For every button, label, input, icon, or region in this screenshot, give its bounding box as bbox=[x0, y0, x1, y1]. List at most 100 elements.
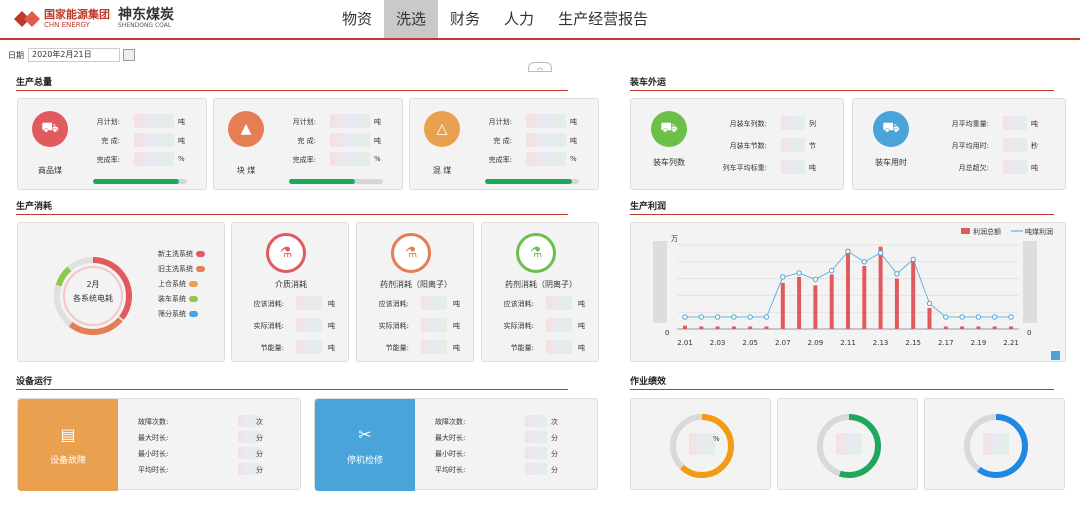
logo2-cn: 神东煤炭 bbox=[118, 7, 174, 23]
legend-swatch bbox=[196, 266, 205, 272]
device-card: ▤ 设备故障 故障次数: 次最大时长: 分最小时长: 分平均时长: 分 bbox=[17, 398, 301, 491]
date-label: 日期 bbox=[8, 50, 24, 60]
legend-label: 新主洗系统 bbox=[158, 250, 193, 258]
prod-card: △ 混 煤月计划: 吨完 成: 吨完成率:% bbox=[409, 98, 599, 190]
load-name: 装车列数 bbox=[653, 158, 685, 167]
y-unit-label: 万 bbox=[671, 235, 678, 243]
device-label: 最大时长: bbox=[138, 434, 169, 442]
wrench-icon: ✂ bbox=[358, 425, 372, 444]
x-tick-label: 2.19 bbox=[971, 339, 987, 347]
calendar-icon[interactable] bbox=[123, 49, 135, 61]
ring-month: 2月 bbox=[86, 280, 100, 289]
nav-item-hr[interactable]: 人力 bbox=[492, 0, 546, 38]
load-card: ⛟ 装车列数 月装车列数: 列月装车节数: 节列车平均标重: 吨 bbox=[630, 98, 844, 190]
ton-profit-point bbox=[926, 300, 933, 307]
redacted-value bbox=[689, 433, 715, 455]
device-unit: 分 bbox=[551, 450, 558, 458]
nav-item-report[interactable]: 生产经营报告 bbox=[546, 0, 660, 38]
profit-bar bbox=[943, 326, 948, 329]
load-unit: 节 bbox=[809, 142, 816, 150]
truck-icon: ⛟ bbox=[651, 111, 687, 147]
device-unit: 分 bbox=[256, 466, 263, 474]
prod-unit: 吨 bbox=[178, 118, 185, 126]
prod-name: 块 煤 bbox=[236, 166, 256, 175]
perf-card bbox=[924, 398, 1065, 490]
ton-profit-point bbox=[714, 314, 721, 320]
load-unit: 秒 bbox=[1031, 142, 1038, 150]
ring-caption: 各系统电耗 bbox=[73, 294, 113, 303]
collapse-button[interactable]: ︿ bbox=[528, 62, 552, 72]
device-unit: 分 bbox=[551, 434, 558, 442]
prod-label: 完成率: bbox=[96, 156, 120, 164]
ton-profit-point bbox=[796, 270, 802, 276]
redacted-value bbox=[1003, 138, 1027, 152]
load-unit: 列 bbox=[809, 120, 816, 128]
nav-item-finance[interactable]: 财务 bbox=[438, 0, 492, 38]
profit-bar bbox=[878, 246, 883, 329]
prod-unit: 吨 bbox=[178, 137, 185, 145]
logo-en: CHN ENERGY bbox=[44, 20, 90, 29]
redacted-value bbox=[421, 296, 447, 310]
legend-swatch bbox=[189, 281, 198, 287]
redacted-value bbox=[525, 447, 547, 459]
device-unit: 分 bbox=[256, 434, 263, 442]
profit-bar bbox=[862, 266, 867, 329]
redacted-value bbox=[421, 340, 447, 354]
redacted-axis bbox=[653, 241, 667, 323]
redacted-value bbox=[781, 138, 805, 152]
consume-unit: 吨 bbox=[328, 300, 335, 308]
load-unit: 吨 bbox=[1031, 164, 1038, 172]
profit-bar bbox=[813, 285, 818, 329]
consume-card: ⚗ 介质消耗 应该消耗: 吨实际消耗: 吨节能量: 吨 bbox=[231, 222, 349, 362]
x-tick-label: 2.05 bbox=[742, 339, 758, 347]
ton-profit-point bbox=[1008, 314, 1014, 320]
perf-card: % bbox=[630, 398, 771, 490]
prod-progress-bar bbox=[93, 179, 187, 184]
device-unit: 次 bbox=[256, 418, 263, 426]
y-tick-left: 0 bbox=[665, 329, 669, 337]
prod-label: 月计划: bbox=[96, 118, 120, 126]
legend-item: 新主洗系统 bbox=[158, 249, 205, 259]
redacted-value bbox=[781, 160, 805, 174]
date-input[interactable]: 2020年2月21日 bbox=[28, 48, 120, 62]
profit-bar bbox=[911, 257, 916, 329]
ton-profit-point bbox=[975, 314, 982, 320]
nav-item-washing[interactable]: 洗选 bbox=[384, 0, 439, 38]
prod-unit: % bbox=[570, 155, 577, 163]
prod-progress-fill bbox=[289, 179, 355, 184]
load-label: 月装车节数: bbox=[729, 142, 767, 150]
profit-bar bbox=[764, 326, 769, 329]
profit-bar bbox=[960, 326, 965, 329]
checkbox-icon[interactable] bbox=[1051, 351, 1060, 360]
prod-label: 完成率: bbox=[488, 156, 512, 164]
nav-item-materials[interactable]: 物资 bbox=[330, 0, 384, 38]
x-tick-label: 2.17 bbox=[938, 339, 954, 347]
load-label: 月装车列数: bbox=[729, 120, 767, 128]
prod-card: ⛟ 商品煤 月计划: 吨完 成: 吨完成率:% bbox=[17, 98, 207, 190]
section-profit: 生产利润 bbox=[630, 199, 1054, 215]
load-unit: 吨 bbox=[1031, 120, 1038, 128]
redacted-value bbox=[134, 114, 174, 128]
profit-bar bbox=[715, 326, 720, 329]
prod-label: 完成率: bbox=[292, 156, 316, 164]
consume-unit: 吨 bbox=[578, 344, 585, 352]
prod-unit: 吨 bbox=[570, 137, 577, 145]
top-header: 国家能源集团 CHN ENERGY 神东煤炭 SHENDONG COAL 物资 … bbox=[0, 0, 1080, 40]
redacted-value bbox=[421, 318, 447, 332]
device-label: 平均时长: bbox=[435, 466, 466, 474]
y-tick-right: 0 bbox=[1027, 329, 1031, 337]
profit-chart: 万 0 0 2.01 2.03 2.05 2.07 2.09 2.11 2.13 2.15 2.17 2… bbox=[653, 227, 1060, 360]
redacted-value bbox=[546, 296, 572, 310]
device-unit: 分 bbox=[551, 466, 558, 474]
redacted-value bbox=[526, 152, 566, 166]
device-label: 最大时长: bbox=[435, 434, 466, 442]
ton-profit-point bbox=[812, 276, 819, 283]
redacted-value bbox=[1003, 160, 1027, 174]
prod-unit: 吨 bbox=[374, 137, 381, 145]
server-icon: ▤ bbox=[60, 425, 76, 444]
ton-profit-point bbox=[845, 248, 851, 255]
x-tick-label: 2.03 bbox=[710, 339, 726, 347]
consume-label: 应该消耗: bbox=[378, 300, 409, 308]
legend-label: 旧主洗系统 bbox=[158, 265, 193, 273]
ton-profit-point bbox=[943, 314, 949, 320]
